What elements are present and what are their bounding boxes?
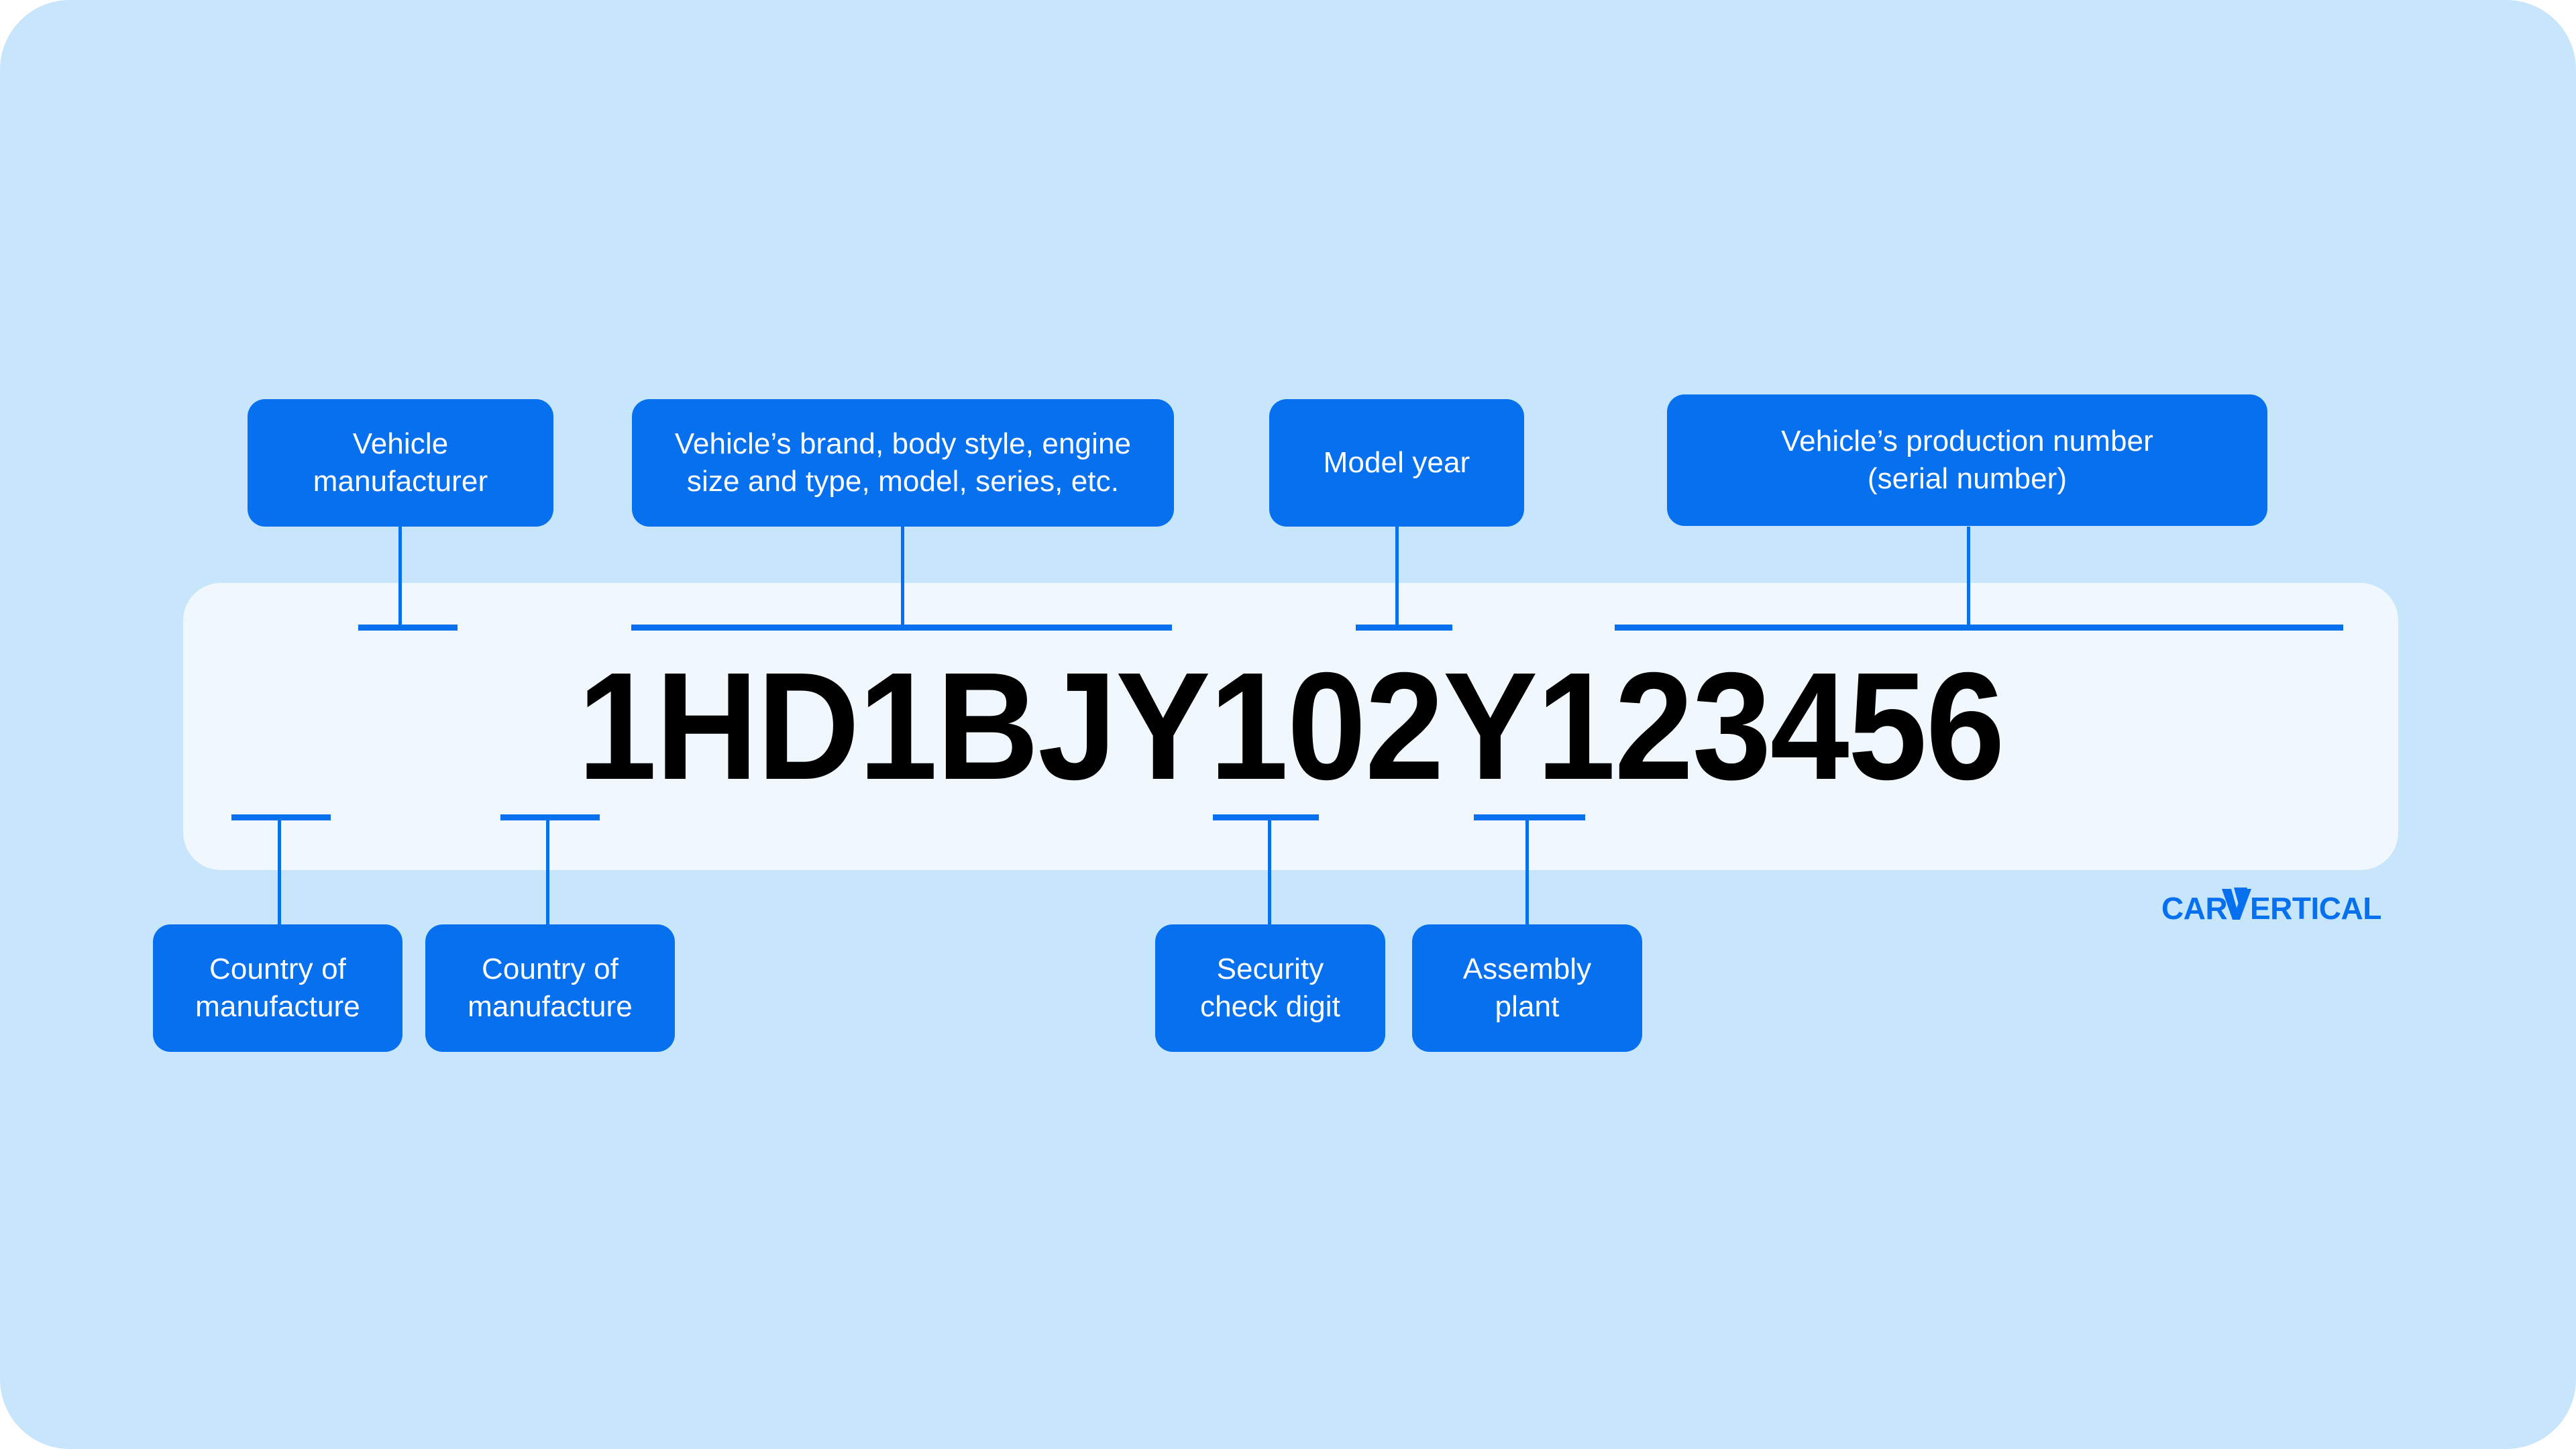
label-production-number[interactable]: Vehicle’s production number (serial numb… bbox=[1667, 394, 2267, 526]
label-security-check-digit[interactable]: Security check digit bbox=[1155, 924, 1385, 1052]
label-text: Country of manufacture bbox=[195, 952, 360, 1023]
label-text: Vehicle’s production number (serial numb… bbox=[1781, 424, 2153, 495]
connector-stem-country-1 bbox=[278, 814, 281, 926]
connector-span-assembly-plant bbox=[1474, 814, 1585, 820]
label-text: Vehicle manufacturer bbox=[313, 427, 488, 498]
connector-stem-production-number bbox=[1967, 527, 1970, 627]
connector-stem-model-year bbox=[1395, 527, 1399, 627]
carvertical-wordmark-icon: CAR ERTICAL bbox=[2161, 888, 2381, 926]
label-assembly-plant[interactable]: Assembly plant bbox=[1412, 924, 1642, 1052]
label-text: Country of manufacture bbox=[468, 952, 633, 1023]
carvertical-logo[interactable]: CAR ERTICAL bbox=[2161, 885, 2403, 928]
label-text: Security check digit bbox=[1200, 952, 1340, 1023]
connector-span-vehicle-descriptor bbox=[631, 625, 1172, 631]
label-country-of-manufacture-2[interactable]: Country of manufacture bbox=[425, 924, 675, 1052]
connector-stem-vehicle-manufacturer bbox=[398, 527, 402, 627]
svg-text:ERTICAL: ERTICAL bbox=[2250, 891, 2381, 926]
label-text: Assembly plant bbox=[1462, 952, 1592, 1023]
connector-span-country-2 bbox=[500, 814, 600, 820]
label-model-year[interactable]: Model year bbox=[1269, 399, 1524, 527]
label-text: Vehicle’s brand, body style, engine size… bbox=[674, 427, 1132, 498]
label-country-of-manufacture-1[interactable]: Country of manufacture bbox=[153, 924, 402, 1052]
connector-stem-assembly-plant bbox=[1525, 814, 1529, 926]
svg-text:CAR: CAR bbox=[2161, 891, 2227, 926]
connector-stem-security-check-digit bbox=[1268, 814, 1271, 926]
connector-span-security-check-digit bbox=[1213, 814, 1319, 820]
connector-span-model-year bbox=[1356, 625, 1452, 631]
label-vehicle-descriptor[interactable]: Vehicle’s brand, body style, engine size… bbox=[632, 399, 1174, 527]
label-vehicle-manufacturer[interactable]: Vehicle manufacturer bbox=[248, 399, 553, 527]
connector-stem-country-2 bbox=[546, 814, 549, 926]
connector-span-vehicle-manufacturer bbox=[358, 625, 458, 631]
connector-stem-vehicle-descriptor bbox=[901, 527, 904, 627]
connector-span-country-1 bbox=[231, 814, 331, 820]
infographic-panel: 1HD1BJY102Y123456 Vehicle manufacturer V… bbox=[0, 0, 2576, 1449]
label-text: Model year bbox=[1323, 445, 1470, 479]
connector-span-production-number bbox=[1615, 625, 2343, 631]
